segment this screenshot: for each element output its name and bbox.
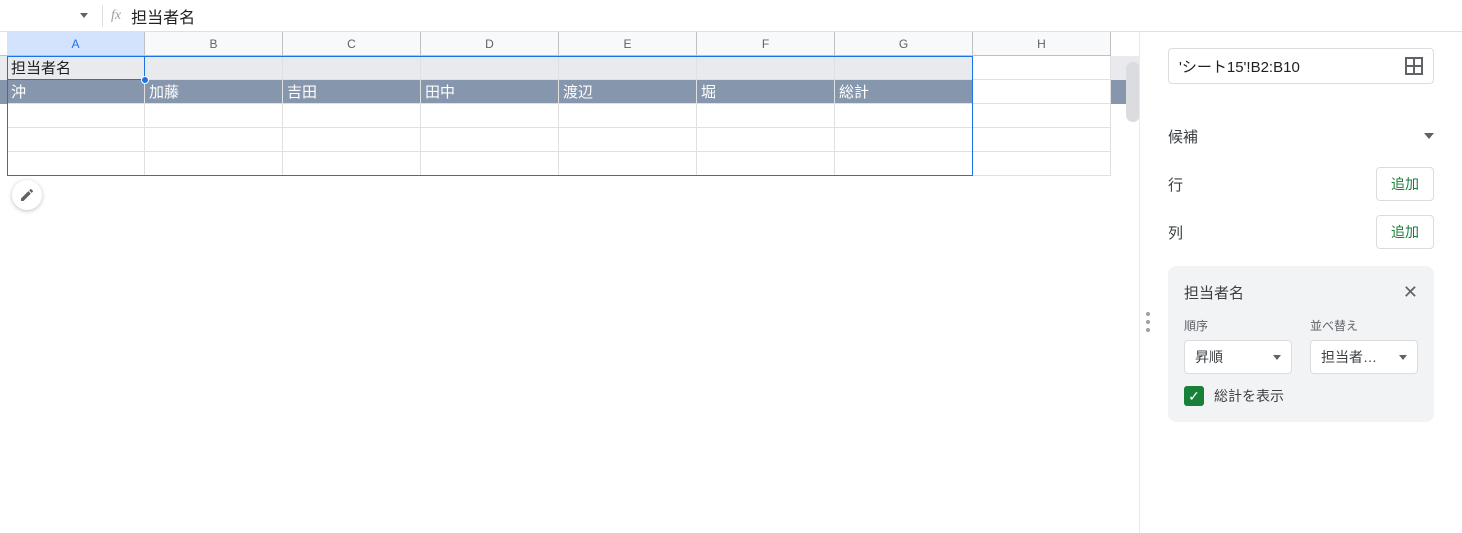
range-text: 'シート15'!B2:B10 [1179,56,1300,77]
sort-value: 担当者… [1321,347,1377,367]
remove-field-button[interactable]: ✕ [1403,282,1418,303]
cols-section: 列 追加 [1168,208,1434,256]
cell-c2[interactable]: 吉田 [283,80,421,104]
caret-down-icon [80,13,88,18]
formula-bar: fx [0,0,1462,32]
cell[interactable] [835,56,973,80]
cell[interactable] [559,104,697,128]
cell-b2[interactable]: 加藤 [145,80,283,104]
cell[interactable] [835,152,973,176]
table-row[interactable]: 沖 加藤 吉田 田中 渡辺 堀 総計 [0,80,1139,104]
cell[interactable] [697,152,835,176]
rows-label: 行 [1168,174,1183,195]
cell[interactable] [421,56,559,80]
sortby-select[interactable]: 担当者… [1310,340,1418,374]
cell[interactable] [973,80,1111,104]
cell[interactable] [283,56,421,80]
cell[interactable] [145,104,283,128]
cell[interactable] [973,56,1111,80]
formula-input[interactable] [131,7,1454,25]
cell-d2[interactable]: 田中 [421,80,559,104]
cell[interactable] [973,128,1111,152]
col-header-h[interactable]: H [973,32,1111,56]
col-header-c[interactable]: C [283,32,421,56]
cell-a2[interactable]: 沖 [7,80,145,104]
cell[interactable] [973,104,1111,128]
cell[interactable] [697,56,835,80]
cell[interactable] [421,104,559,128]
chevron-down-icon [1424,133,1434,139]
col-header-a[interactable]: A [7,32,145,56]
cell-a1[interactable]: 担当者名 [7,56,145,80]
column-field-card: 担当者名 ✕ 順序 昇順 並べ替え 担当者… [1168,266,1434,422]
table-row[interactable] [0,104,1139,128]
col-header-f[interactable]: F [697,32,835,56]
cell[interactable] [973,152,1111,176]
column-headers-row: A B C D E F G H [0,32,1139,56]
cell[interactable] [835,104,973,128]
sort-label: 並べ替え [1310,317,1418,334]
add-col-button[interactable]: 追加 [1376,215,1434,249]
col-header-e[interactable]: E [559,32,697,56]
cell[interactable] [559,56,697,80]
order-select[interactable]: 昇順 [1184,340,1292,374]
cell[interactable] [697,104,835,128]
cell[interactable] [7,128,145,152]
spreadsheet-grid[interactable]: A B C D E F G H 担当者名 [0,32,1140,533]
pivot-editor-panel: 'シート15'!B2:B10 候補 行 追加 列 追加 担当者名 ✕ 順序 [1140,32,1462,533]
cell[interactable] [283,104,421,128]
select-range-icon[interactable] [1405,57,1423,75]
cell[interactable] [145,56,283,80]
cell[interactable] [559,128,697,152]
table-row[interactable] [0,152,1139,176]
caret-down-icon [1399,355,1407,360]
add-row-button[interactable]: 追加 [1376,167,1434,201]
cell-e2[interactable]: 渡辺 [559,80,697,104]
cell-g2[interactable]: 総計 [835,80,973,104]
col-header-b[interactable]: B [145,32,283,56]
cell[interactable] [835,128,973,152]
candidates-label: 候補 [1168,126,1198,147]
show-totals-label: 総計を表示 [1214,386,1284,406]
drag-handle-icon[interactable] [1146,312,1150,332]
cell[interactable] [421,128,559,152]
pencil-icon [19,187,35,203]
col-header-d[interactable]: D [421,32,559,56]
name-box-dropdown[interactable] [8,4,94,28]
rows-section: 行 追加 [1168,160,1434,208]
cell-f2[interactable]: 堀 [697,80,835,104]
cell[interactable] [283,152,421,176]
table-row[interactable]: 担当者名 [0,56,1139,80]
candidates-row[interactable]: 候補 [1168,112,1434,160]
edit-pivot-button[interactable] [12,180,42,210]
selection-handle[interactable] [141,76,149,84]
cell[interactable] [421,152,559,176]
table-row[interactable] [0,128,1139,152]
show-totals-checkbox[interactable]: ✓ [1184,386,1204,406]
fx-icon: fx [111,8,121,24]
divider [102,5,103,27]
cell[interactable] [697,128,835,152]
cell[interactable] [283,128,421,152]
cell[interactable] [559,152,697,176]
cell[interactable] [145,128,283,152]
caret-down-icon [1273,355,1281,360]
order-value: 昇順 [1195,347,1223,367]
cell[interactable] [7,152,145,176]
cell[interactable] [145,152,283,176]
data-range-input[interactable]: 'シート15'!B2:B10 [1168,48,1434,84]
cell[interactable] [7,104,145,128]
cols-label: 列 [1168,222,1183,243]
col-header-g[interactable]: G [835,32,973,56]
card-title: 担当者名 [1184,282,1244,303]
vertical-scrollbar[interactable] [1126,62,1140,122]
order-label: 順序 [1184,317,1292,334]
